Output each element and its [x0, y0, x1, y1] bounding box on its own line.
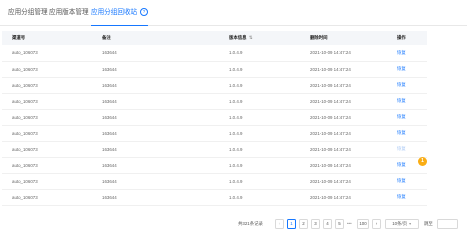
recycle-bin-page: 应用分组管理 应用版本管理 应用分组回收站 ? 渠道号 备注 版本信息 ⇅ 删除…	[0, 0, 467, 246]
tab-label: 应用分组管理	[8, 9, 48, 16]
cell-version: 1.0.4.9	[219, 125, 300, 142]
cell-remark: 163644	[92, 157, 219, 174]
cell-version: 1.0.4.9	[219, 157, 300, 174]
column-header-remark: 备注	[102, 35, 111, 40]
cell-remark: 163644	[92, 141, 219, 158]
page-button-5[interactable]: 5	[335, 219, 344, 229]
tab-label: 应用分组回收站	[91, 9, 138, 16]
cell-version: 1.0.4.9	[219, 45, 300, 62]
restore-link[interactable]: 恢复	[387, 61, 427, 78]
cell-remark: 163644	[92, 173, 219, 190]
prev-page-button[interactable]: ‹	[275, 219, 284, 229]
cell-deleted-at: 2021-10-09 14:47:24	[300, 141, 387, 158]
cell-channel: auto_106073	[2, 45, 92, 62]
table-row: auto_106073 163644 1.0.4.9 2021-10-09 14…	[2, 157, 427, 174]
table-row: auto_106073 163644 1.0.4.9 2021-10-09 14…	[2, 61, 427, 78]
jump-to-label: 跳至	[424, 221, 433, 226]
column-header-channel: 渠道号	[12, 35, 26, 40]
cell-remark: 163644	[92, 77, 219, 94]
column-header-action: 操作	[397, 35, 406, 40]
cell-deleted-at: 2021-10-09 14:47:24	[300, 189, 387, 206]
page-button-last[interactable]: 100	[357, 219, 369, 229]
table-header-row: 渠道号 备注 版本信息 ⇅ 删除时间 操作	[2, 31, 427, 45]
page-size-label: 10条/页	[392, 221, 408, 226]
cell-channel: auto_106073	[2, 61, 92, 78]
tab-bar: 应用分组管理 应用版本管理 应用分组回收站 ?	[0, 0, 467, 26]
restore-link[interactable]: 恢复	[387, 93, 427, 110]
cell-remark: 163644	[92, 189, 219, 206]
cell-deleted-at: 2021-10-09 14:47:24	[300, 93, 387, 110]
table-row: auto_106073 163644 1.0.4.9 2021-10-09 14…	[2, 77, 427, 94]
column-header-label: 版本信息	[229, 35, 247, 40]
chevron-down-icon: ▼	[408, 222, 412, 226]
restore-link[interactable]: 恢复	[387, 141, 427, 158]
page-button-3[interactable]: 3	[311, 219, 320, 229]
cell-deleted-at: 2021-10-09 14:47:24	[300, 61, 387, 78]
restore-link[interactable]: 恢复	[387, 77, 427, 94]
sort-icon[interactable]: ⇅	[249, 35, 253, 40]
column-header-version[interactable]: 版本信息 ⇅	[219, 31, 300, 45]
cell-channel: auto_106073	[2, 157, 92, 174]
cell-deleted-at: 2021-10-09 14:47:24	[300, 109, 387, 126]
recycle-bin-table: 渠道号 备注 版本信息 ⇅ 删除时间 操作 auto_106073 163644…	[2, 31, 427, 206]
cell-channel: auto_106073	[2, 189, 92, 206]
table-row: auto_106073 163644 1.0.4.9 2021-10-09 14…	[2, 125, 427, 142]
cell-version: 1.0.4.9	[219, 189, 300, 206]
cell-remark: 163644	[92, 93, 219, 110]
cell-channel: auto_106073	[2, 77, 92, 94]
page-button-4[interactable]: 4	[323, 219, 332, 229]
next-page-button[interactable]: ›	[372, 219, 381, 229]
cell-channel: auto_106073	[2, 93, 92, 110]
cell-channel: auto_106073	[2, 125, 92, 142]
cell-version: 1.0.4.9	[219, 77, 300, 94]
cell-remark: 163644	[92, 45, 219, 62]
cell-deleted-at: 2021-10-09 14:47:24	[300, 77, 387, 94]
cell-remark: 163644	[92, 61, 219, 78]
cell-deleted-at: 2021-10-09 14:47:24	[300, 125, 387, 142]
cell-version: 1.0.4.9	[219, 141, 300, 158]
table-row: auto_106073 163644 1.0.4.9 2021-10-09 14…	[2, 93, 427, 110]
help-icon[interactable]: ?	[140, 8, 148, 17]
tab-app-version-management[interactable]: 应用版本管理	[49, 8, 89, 26]
page-button-2[interactable]: 2	[299, 219, 308, 229]
page-size-select[interactable]: 10条/页 ▼	[385, 219, 419, 229]
restore-link[interactable]: 恢复	[387, 173, 427, 190]
cell-remark: 163644	[92, 109, 219, 126]
table-row: auto_106073 163644 1.0.4.9 2021-10-09 14…	[2, 45, 427, 62]
total-records: 共321条记录	[238, 221, 263, 226]
cell-version: 1.0.4.9	[219, 109, 300, 126]
pagination: 共321条记录 ‹ 1 2 3 4 5 ••• 100 › 10条/页 ▼ 跳至	[0, 219, 467, 229]
cell-deleted-at: 2021-10-09 14:47:24	[300, 173, 387, 190]
cell-remark: 163644	[92, 125, 219, 142]
tab-app-group-management[interactable]: 应用分组管理	[8, 8, 48, 26]
notification-badge: 1	[418, 157, 427, 166]
table-row: auto_106073 163644 1.0.4.9 2021-10-09 14…	[2, 189, 427, 206]
restore-link[interactable]: 恢复	[387, 109, 427, 126]
cell-deleted-at: 2021-10-09 14:47:24	[300, 157, 387, 174]
table-row: auto_106073 163644 1.0.4.9 2021-10-09 14…	[2, 173, 427, 190]
cell-version: 1.0.4.9	[219, 93, 300, 110]
cell-channel: auto_106073	[2, 173, 92, 190]
column-header-deleted-at: 删除时间	[310, 35, 328, 40]
restore-link[interactable]: 恢复	[387, 189, 427, 206]
cell-deleted-at: 2021-10-09 14:47:24	[300, 45, 387, 62]
tab-app-group-recycle-bin[interactable]: 应用分组回收站 ?	[91, 8, 148, 26]
restore-link[interactable]: 恢复	[387, 45, 427, 62]
table-row: auto_106073 163644 1.0.4.9 2021-10-09 14…	[2, 141, 427, 158]
cell-version: 1.0.4.9	[219, 61, 300, 78]
cell-version: 1.0.4.9	[219, 173, 300, 190]
cell-channel: auto_106073	[2, 141, 92, 158]
jump-to-page-input[interactable]	[437, 219, 458, 229]
pagination-ellipsis[interactable]: •••	[347, 219, 352, 229]
page-button-1[interactable]: 1	[287, 219, 296, 229]
table-row: auto_106073 163644 1.0.4.9 2021-10-09 14…	[2, 109, 427, 126]
tab-label: 应用版本管理	[49, 9, 89, 16]
restore-link[interactable]: 恢复	[387, 125, 427, 142]
cell-channel: auto_106073	[2, 109, 92, 126]
